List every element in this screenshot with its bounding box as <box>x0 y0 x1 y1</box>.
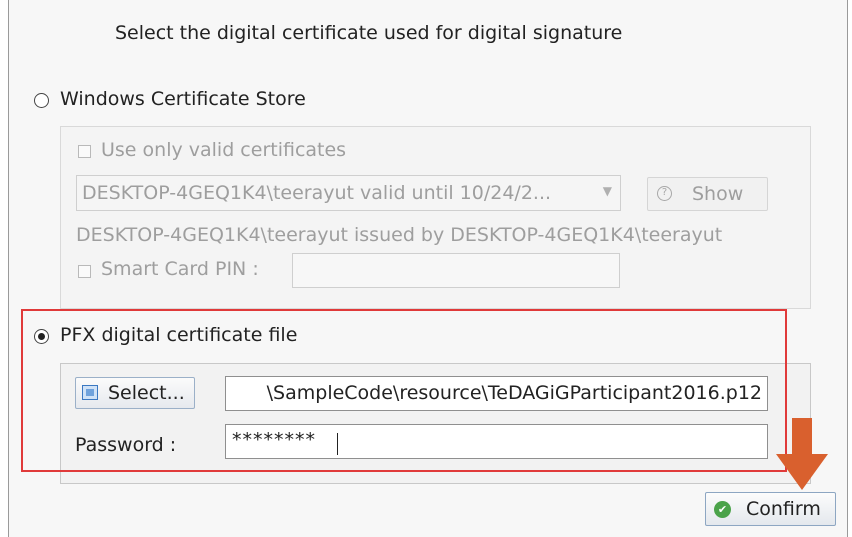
show-button-label: Show <box>692 183 744 205</box>
magnifier-icon: ? <box>657 186 672 201</box>
smart-card-pin-input[interactable] <box>292 253 620 288</box>
check-circle-icon: ✔ <box>714 501 731 518</box>
issued-text: DESKTOP-4GEQ1K4\teerayut issued by DESKT… <box>76 224 723 246</box>
show-button[interactable]: ? Show <box>647 177 768 211</box>
chevron-down-icon: ▼ <box>602 184 612 198</box>
dialog-title: Select the digital certificate used for … <box>115 22 623 44</box>
confirm-button-label: Confirm <box>746 498 821 520</box>
valid-only-label: Use only valid certificates <box>101 139 347 161</box>
windows-store-radio[interactable] <box>34 93 49 108</box>
certificate-combo-value: DESKTOP-4GEQ1K4\teerayut valid until 10/… <box>82 182 552 204</box>
smart-card-label: Smart Card PIN : <box>101 258 259 280</box>
highlight-box <box>21 309 787 472</box>
confirm-button[interactable]: ✔ Confirm <box>705 492 836 526</box>
valid-only-checkbox[interactable] <box>78 145 91 158</box>
windows-store-label[interactable]: Windows Certificate Store <box>60 88 306 110</box>
certificate-combo[interactable]: DESKTOP-4GEQ1K4\teerayut valid until 10/… <box>76 175 621 211</box>
arrow-down-icon <box>776 418 828 490</box>
smart-card-checkbox[interactable] <box>78 265 91 278</box>
